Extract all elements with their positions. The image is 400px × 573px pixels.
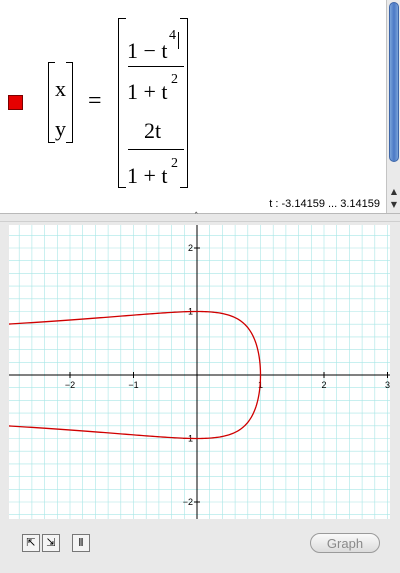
parameter-range-label: t : -3.14159 ... 3.14159 (269, 198, 380, 210)
y-denominator: 1 + t (127, 163, 168, 188)
lhs-x: x (55, 76, 66, 101)
bracket-right (180, 18, 188, 188)
scrollbar-thumb[interactable] (389, 2, 399, 162)
pane-splitter[interactable]: ˆ (0, 212, 400, 222)
plot-area[interactable]: −2 −1 1 2 321−1−2 (9, 225, 390, 519)
x-tick-label: −1 (128, 380, 138, 390)
lhs-y: y (55, 116, 66, 141)
x-tick-label: −2 (65, 380, 75, 390)
x-tick-label: 2 (321, 380, 326, 390)
grid (9, 225, 390, 519)
text-cursor (178, 32, 179, 49)
y-numerator: 2t (144, 118, 162, 143)
y-tick-label: 2 (188, 243, 193, 253)
down-arrow-icon[interactable]: ▼ (389, 199, 399, 210)
x-tick-label: 3 (385, 380, 390, 390)
zoom-out-icon[interactable]: ⇲ (42, 534, 60, 552)
bracket-right (66, 62, 73, 143)
lhs-vector: x y (48, 62, 73, 143)
equals-sign: = (88, 88, 102, 114)
y-tick-label: −2 (183, 497, 193, 507)
graph-button[interactable]: Graph (310, 533, 380, 553)
x-numerator: 1 − t (127, 38, 168, 63)
x-denominator-exponent: 2 (171, 72, 178, 87)
zoom-in-icon[interactable]: ⇱ (22, 534, 40, 552)
splitter-grip-icon[interactable]: ˆ (194, 212, 199, 222)
y-denominator-exponent: 2 (171, 156, 178, 171)
trace-icon[interactable]: Ⅱ (72, 534, 90, 552)
axes (9, 225, 390, 519)
x-denominator: 1 + t (127, 79, 168, 104)
graph-pane: −2 −1 1 2 3 2 1 −1 −2 ⇱ ⇲ Ⅱ Graph (0, 222, 400, 573)
equation-pane[interactable]: x y = 1 − t 4 1 + t 2 2t 1 + t 2 t : -3.… (0, 0, 386, 213)
bracket-left (48, 62, 55, 143)
up-arrow-icon[interactable]: ▲ (389, 186, 399, 197)
vertical-scrollbar[interactable]: ▲ ▼ (386, 0, 400, 213)
fraction-bar-y (128, 149, 184, 151)
fraction-bar-x (128, 66, 184, 68)
color-swatch[interactable] (8, 95, 23, 110)
bracket-left (118, 18, 126, 188)
x-numerator-exponent: 4 (169, 28, 176, 43)
